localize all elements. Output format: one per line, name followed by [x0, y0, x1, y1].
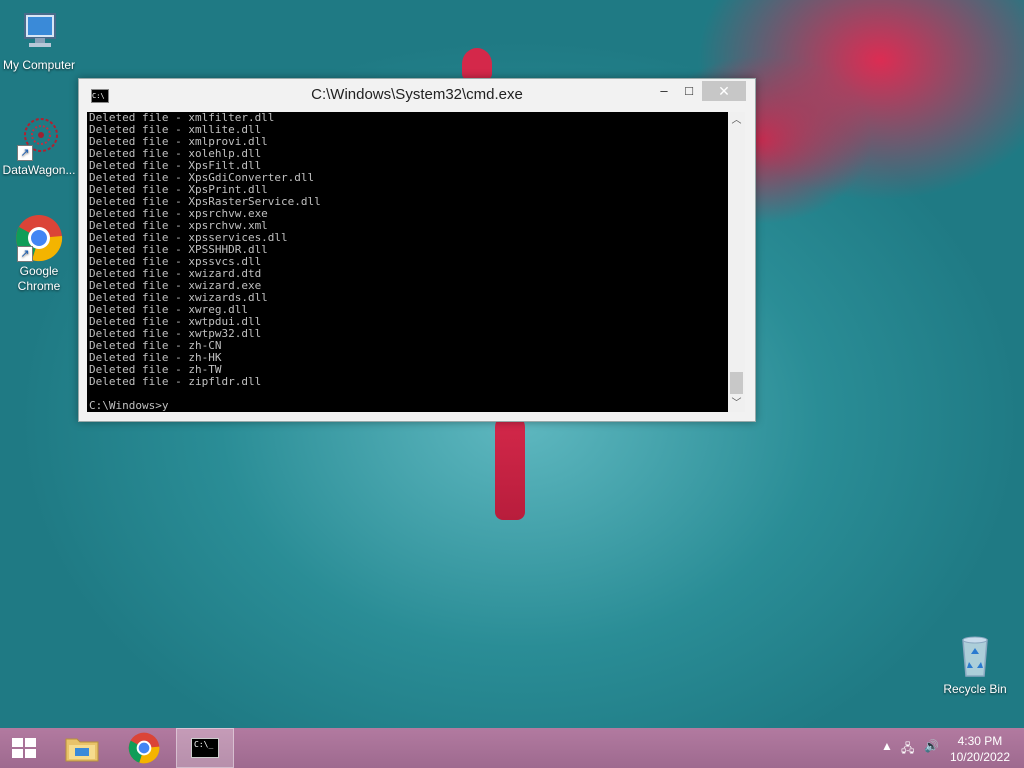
- shortcut-arrow-icon: ↗: [17, 145, 33, 161]
- cmd-prompt-icon: C:\_: [191, 738, 219, 758]
- desktop-icon-datawagon[interactable]: ↗ DataWagon...: [0, 113, 78, 178]
- volume-icon[interactable]: 🔊: [924, 739, 939, 753]
- scroll-down-icon[interactable]: ﹀: [728, 395, 745, 412]
- datawagon-icon: ↗: [15, 113, 63, 161]
- desktop-icon-my-computer[interactable]: My Computer: [0, 8, 78, 73]
- console-line: Deleted file - zipfldr.dll: [89, 375, 262, 388]
- shortcut-arrow-icon: ↗: [17, 246, 33, 262]
- taskbar-chrome[interactable]: [120, 728, 168, 768]
- cmd-titlebar[interactable]: C:\ C:\Windows\System32\cmd.exe ‒ □ ✕: [79, 79, 755, 110]
- minimize-button[interactable]: ‒: [651, 81, 677, 101]
- desktop-icon-label: My Computer: [2, 58, 76, 72]
- desktop-icon-recycle-bin[interactable]: Recycle Bin: [936, 632, 1014, 697]
- taskbar-cmd[interactable]: C:\_: [176, 728, 234, 768]
- chrome-icon: [128, 732, 160, 764]
- folder-icon: [65, 738, 99, 762]
- taskbar-file-explorer[interactable]: [58, 728, 106, 768]
- taskbar: C:\_ ▲ 🖧 🔊 4:30 PM 10/20/2022: [0, 728, 1024, 768]
- console-output[interactable]: Deleted file - xmlfilter.dll Deleted file…: [87, 112, 730, 412]
- desktop-icon-label: Google Chrome: [17, 264, 61, 293]
- computer-icon: [15, 8, 63, 56]
- vertical-scrollbar[interactable]: ︿ ﹀: [728, 112, 745, 412]
- system-tray: ▲ 🖧 🔊 4:30 PM 10/20/2022: [864, 728, 1024, 768]
- recycle-bin-icon: [951, 632, 999, 680]
- maximize-button[interactable]: □: [676, 81, 702, 101]
- desktop-icon-google-chrome[interactable]: ↗ Google Chrome: [0, 214, 78, 294]
- desktop-icon-label: DataWagon...: [2, 163, 76, 177]
- close-button[interactable]: ✕: [702, 81, 746, 101]
- desktop-icon-label: Recycle Bin: [943, 682, 1007, 696]
- clock[interactable]: 4:30 PM 10/20/2022: [950, 733, 1010, 765]
- scroll-up-icon[interactable]: ︿: [728, 112, 745, 129]
- scrollbar-thumb[interactable]: [730, 372, 743, 394]
- start-button[interactable]: [0, 728, 48, 768]
- clock-time: 4:30 PM: [957, 734, 1003, 748]
- clock-date: 10/20/2022: [949, 750, 1010, 764]
- cmd-window[interactable]: C:\ C:\Windows\System32\cmd.exe ‒ □ ✕ De…: [78, 78, 756, 422]
- console-lines: Deleted file - xmlfilter.dll Deleted file…: [89, 112, 730, 388]
- chrome-icon: ↗: [15, 214, 63, 262]
- show-hidden-icons-icon[interactable]: ▲: [881, 739, 893, 753]
- console-prompt[interactable]: C:\Windows>y: [89, 400, 730, 412]
- windows-logo-icon: [12, 738, 36, 758]
- wallpaper-flower-stem: [495, 415, 525, 520]
- wallpaper-flower-bud: [462, 48, 492, 80]
- network-icon[interactable]: 🖧: [901, 739, 914, 760]
